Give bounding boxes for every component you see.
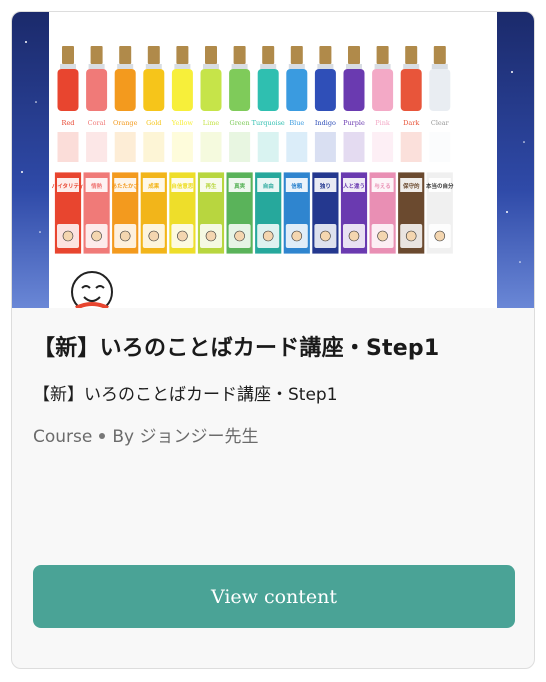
content-type-label: Course bbox=[33, 427, 93, 447]
thumbnail-image: Red Coral Orange Gold Yellow Lime Green Turquoi… bbox=[12, 12, 534, 308]
word-card-label: 情熱 bbox=[91, 182, 103, 190]
word-card-label: 自由 bbox=[263, 182, 274, 190]
word-card-label: バイタリティ bbox=[52, 182, 84, 190]
course-card[interactable]: Red Coral Orange Gold Yellow Lime Green Turquoi… bbox=[11, 11, 535, 669]
word-card: 与える bbox=[368, 171, 397, 255]
word-card: あたたかさ bbox=[111, 171, 140, 255]
separator-dot bbox=[99, 432, 106, 439]
word-card-label: 独り bbox=[319, 182, 331, 190]
bottle-label: Clear bbox=[431, 119, 450, 127]
word-card-label: 信頼 bbox=[291, 182, 303, 190]
course-title[interactable]: 【新】いろのことばカード講座・Step1 bbox=[33, 330, 513, 362]
bottle-label: Turquoise bbox=[252, 119, 285, 127]
bottle-label: Indigo bbox=[315, 119, 336, 127]
bottle-label: Red bbox=[62, 119, 75, 127]
word-card: 真実 bbox=[225, 171, 254, 255]
word-card-label: 人と違う bbox=[343, 182, 365, 190]
word-card-label: 与える bbox=[374, 182, 390, 190]
word-card-label: 再生 bbox=[205, 182, 217, 190]
word-card: 自由 bbox=[254, 171, 283, 255]
bottle-label: Green bbox=[230, 119, 250, 127]
word-card: 再生 bbox=[197, 171, 225, 255]
bottle-label: Gold bbox=[146, 119, 161, 127]
word-card-label: 保守的 bbox=[402, 182, 420, 190]
bottle-label: Dark bbox=[403, 119, 419, 127]
course-subtitle: 【新】いろのことばカード講座・Step1 bbox=[33, 385, 338, 405]
word-card: 自信意思 bbox=[168, 171, 197, 255]
bottle-label: Blue bbox=[289, 119, 304, 127]
bottle-label: Purple bbox=[343, 119, 365, 127]
word-card-label: 成果 bbox=[148, 182, 160, 190]
word-card: 本当の自分 bbox=[425, 171, 454, 255]
author-label: By ジョンジー先生 bbox=[112, 427, 259, 447]
course-thumbnail[interactable]: Red Coral Orange Gold Yellow Lime Green Turquoi… bbox=[12, 12, 534, 308]
word-card: 独り bbox=[311, 171, 340, 255]
word-card: バイタリティ bbox=[52, 171, 84, 255]
bottle-label: Pink bbox=[375, 119, 390, 127]
word-card-label: 自信意思 bbox=[171, 182, 194, 190]
word-card: 信頼 bbox=[282, 171, 311, 255]
view-content-button[interactable]: View content bbox=[33, 565, 515, 628]
bottle-label: Lime bbox=[203, 119, 220, 127]
mascot-face bbox=[71, 271, 113, 308]
bottle-label: Orange bbox=[113, 119, 138, 127]
word-card-label: あたたかさ bbox=[111, 182, 139, 190]
word-card-label: 真実 bbox=[234, 182, 246, 190]
word-card: 保守的 bbox=[397, 171, 426, 255]
bottle-label: Coral bbox=[88, 119, 106, 127]
word-card: 成果 bbox=[139, 171, 168, 255]
word-card: 情熱 bbox=[82, 171, 111, 255]
word-card-label: 本当の自分 bbox=[426, 182, 454, 190]
word-card: 人と違う bbox=[340, 171, 368, 255]
bottle-label: Yellow bbox=[171, 119, 194, 127]
course-meta: Course By ジョンジー先生 bbox=[33, 422, 259, 447]
